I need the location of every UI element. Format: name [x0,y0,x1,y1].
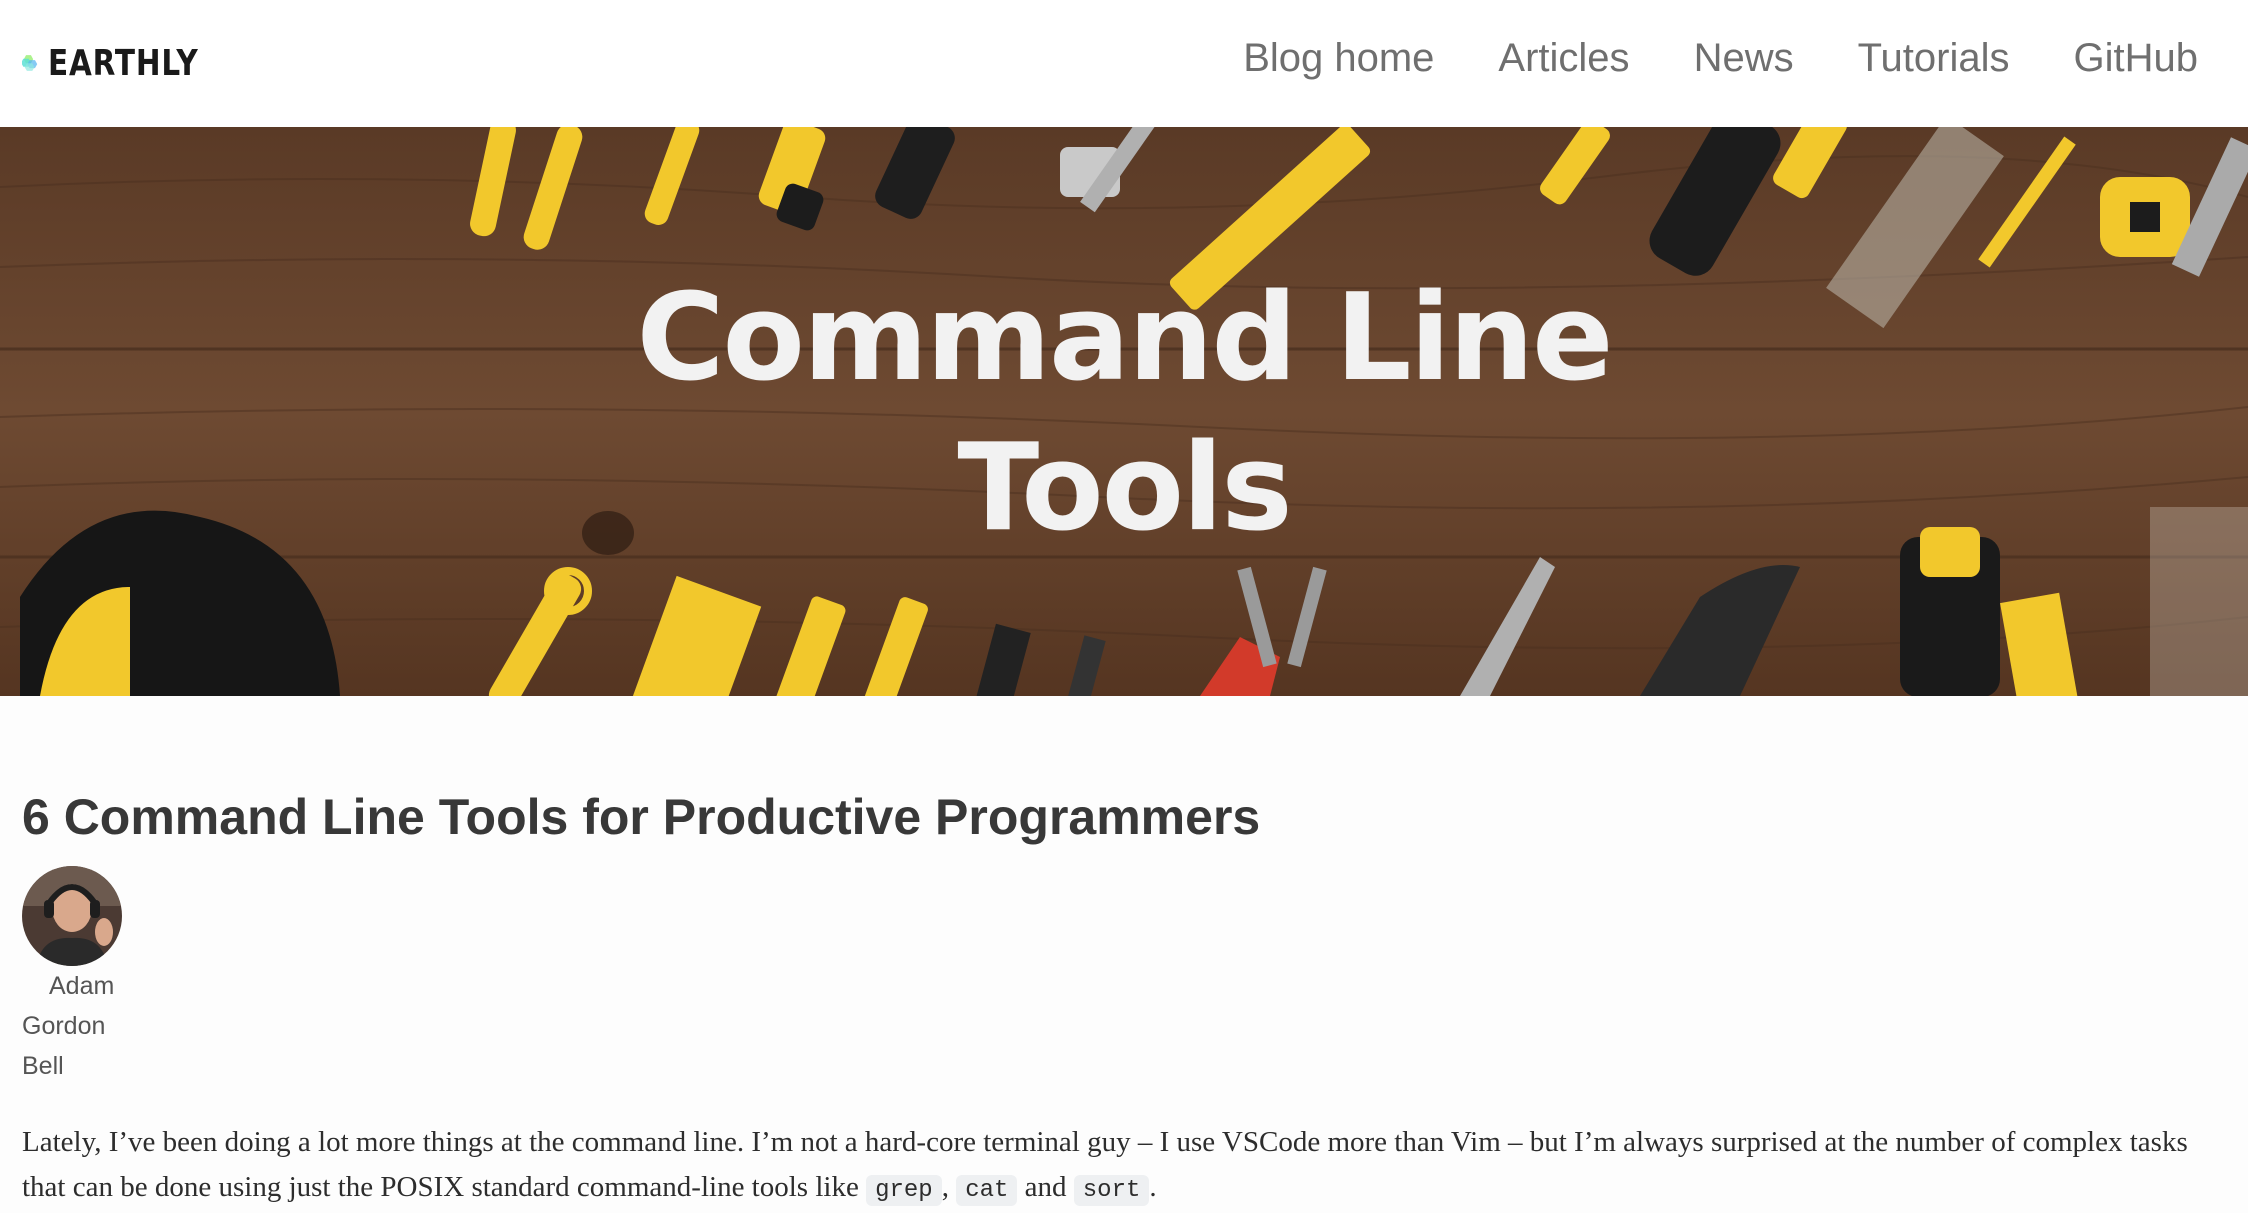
intro-sep1: , [941,1171,957,1203]
nav-tutorials[interactable]: Tutorials [1858,30,2010,86]
author-name[interactable]: Adam Gordon Bell [22,966,2222,1086]
intro-sep2: and [1017,1171,1074,1203]
brand-name: EARTHLY [48,42,199,84]
main-nav: Blog home Articles News Tutorials GitHub [1179,30,2198,86]
avatar-image [22,866,122,966]
earthly-logo-icon [22,55,38,71]
author-first-name: Adam [49,972,115,1000]
hero-title-line2: Tools [957,419,1290,558]
code-sort: sort [1073,1175,1150,1206]
author-last-name: Bell [22,1052,64,1080]
hero-image: Command Line Tools [0,127,2248,696]
article-title: 6 Command Line Tools for Productive Prog… [22,789,1261,845]
author-avatar[interactable] [22,866,122,966]
nav-articles[interactable]: Articles [1498,30,1629,86]
wood-knot [582,511,634,555]
site-header: EARTHLY Blog home Articles News Tutorial… [0,0,2248,127]
code-cat: cat [956,1175,1018,1206]
earthly-logo[interactable]: EARTHLY [22,28,232,98]
author-middle-name: Gordon [22,1012,106,1040]
hero-banner: Command Line Tools [0,127,2248,696]
nav-news[interactable]: News [1694,30,1794,86]
intro-end: . [1149,1171,1157,1203]
hero-title-line1: Command Line [636,269,1611,408]
article: 6 Command Line Tools for Productive Prog… [22,770,2222,1086]
article-intro: Lately, I’ve been doing a lot more thing… [22,1120,2222,1213]
code-grep: grep [866,1175,942,1206]
nav-blog-home[interactable]: Blog home [1243,30,1434,86]
nav-github[interactable]: GitHub [2074,30,2199,86]
